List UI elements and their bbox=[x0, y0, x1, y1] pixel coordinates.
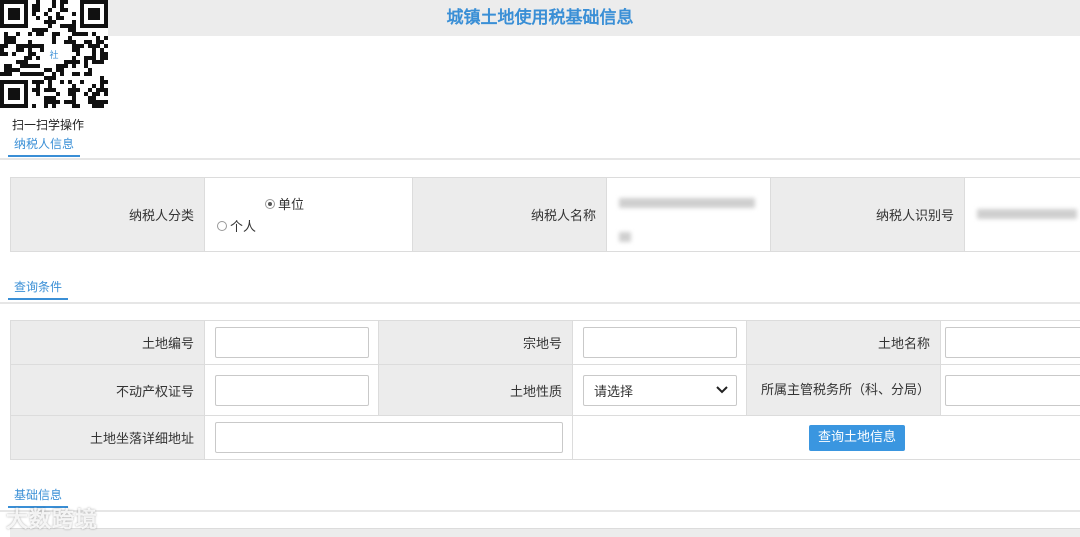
chevron-down-icon bbox=[716, 386, 728, 394]
tab-taxpayer-info[interactable]: 纳税人信息 bbox=[8, 133, 80, 157]
tax-office-input[interactable] bbox=[945, 375, 1080, 406]
radio-unit-label: 单位 bbox=[278, 194, 304, 213]
parcel-no-label: 宗地号 bbox=[379, 321, 573, 365]
land-no-input[interactable] bbox=[215, 327, 369, 358]
land-no-label: 土地编号 bbox=[11, 321, 205, 365]
section-divider bbox=[0, 302, 1080, 304]
parcel-no-input[interactable] bbox=[583, 327, 737, 358]
taxpayer-table: 纳税人分类 单位 个人 纳税人名称 纳税人识别号 bbox=[10, 177, 1080, 252]
radio-individual-indicator[interactable] bbox=[217, 221, 227, 231]
watermark: 大数跨境 bbox=[6, 502, 98, 534]
land-nature-label: 土地性质 bbox=[379, 365, 573, 416]
radio-unit-indicator[interactable] bbox=[265, 199, 275, 209]
taxpayer-category-radios: 单位 个人 bbox=[205, 178, 413, 252]
address-label: 土地坐落详细地址 bbox=[11, 416, 205, 460]
land-name-label: 土地名称 bbox=[747, 321, 941, 365]
redacted-id bbox=[977, 209, 1077, 219]
qr-center-logo: 社 bbox=[49, 49, 58, 61]
land-nature-select[interactable]: 请选择 bbox=[583, 375, 737, 406]
redacted-name-2 bbox=[619, 232, 631, 242]
property-cert-input[interactable] bbox=[215, 375, 369, 406]
radio-individual-label: 个人 bbox=[230, 216, 256, 235]
taxpayer-id-label: 纳税人识别号 bbox=[771, 178, 965, 252]
radio-unit[interactable]: 单位 bbox=[217, 193, 412, 215]
section-divider bbox=[0, 510, 1080, 512]
taxpayer-category-label: 纳税人分类 bbox=[11, 178, 205, 252]
qr-caption: 扫一扫学操作 bbox=[12, 116, 84, 133]
property-cert-label: 不动产权证号 bbox=[11, 365, 205, 416]
land-name-input[interactable] bbox=[945, 327, 1080, 358]
tab-query-conditions[interactable]: 查询条件 bbox=[8, 276, 68, 300]
query-table: 土地编号 宗地号 土地名称 不动产权证号 土地性质 请选择 所属主管税务所（科、… bbox=[10, 320, 1080, 460]
section-divider bbox=[0, 158, 1080, 160]
taxpayer-id-value bbox=[965, 178, 1080, 252]
taxpayer-name-value bbox=[607, 178, 771, 252]
page-title: 城镇土地使用税基础信息 bbox=[0, 0, 1080, 36]
land-nature-selected: 请选择 bbox=[594, 381, 633, 400]
redacted-name bbox=[619, 198, 755, 208]
tax-office-label: 所属主管税务所（科、分局） bbox=[747, 365, 941, 416]
qr-code: 社 bbox=[0, 0, 108, 108]
address-input[interactable] bbox=[215, 422, 563, 453]
search-land-button[interactable]: 查询土地信息 bbox=[809, 425, 905, 451]
taxpayer-name-label: 纳税人名称 bbox=[413, 178, 607, 252]
radio-individual[interactable]: 个人 bbox=[217, 215, 412, 237]
